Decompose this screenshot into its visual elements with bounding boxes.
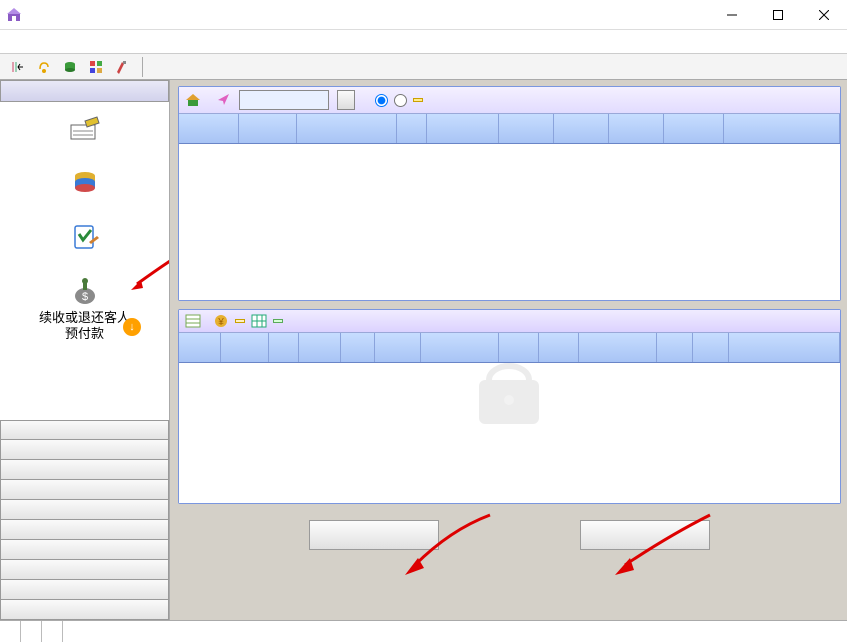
col-room-no[interactable] bbox=[239, 114, 297, 143]
mgmt-receipt[interactable] bbox=[0, 440, 169, 460]
locate-input[interactable] bbox=[239, 90, 329, 110]
mgmt-account[interactable] bbox=[0, 600, 169, 620]
tool-btn-3[interactable] bbox=[60, 57, 80, 77]
down-badge-icon: ↓ bbox=[123, 318, 141, 336]
col2-discount[interactable] bbox=[539, 333, 579, 362]
locate-button[interactable] bbox=[337, 90, 355, 110]
col2-idno[interactable] bbox=[421, 333, 499, 362]
tool-btn-2[interactable] bbox=[34, 57, 54, 77]
radio-all-occupied[interactable] bbox=[375, 94, 390, 107]
col2-name[interactable] bbox=[179, 333, 221, 362]
sidebar-header bbox=[0, 80, 169, 102]
status-role bbox=[42, 621, 63, 642]
sidebar-mgmt-list bbox=[0, 420, 169, 620]
sidebar-item-label: 续收或退还客人预付款 bbox=[39, 310, 130, 342]
mgmt-basic[interactable] bbox=[0, 580, 169, 600]
col-balance-roomfee[interactable] bbox=[724, 114, 840, 143]
mgmt-info[interactable] bbox=[0, 480, 169, 500]
sidebar: $ 续收或退还客人预付款 ↓ bbox=[0, 80, 170, 620]
home-icon bbox=[185, 93, 201, 107]
prepay-icon: $ bbox=[65, 276, 105, 306]
col2-price[interactable] bbox=[499, 333, 539, 362]
tool-btn-4[interactable] bbox=[86, 57, 106, 77]
col2-sex[interactable] bbox=[269, 333, 299, 362]
col2-unit[interactable] bbox=[693, 333, 729, 362]
col-cur-price[interactable] bbox=[499, 114, 554, 143]
statusbar bbox=[0, 620, 847, 642]
menubar bbox=[0, 30, 847, 54]
locate-icon bbox=[217, 93, 231, 107]
mgmt-cash[interactable] bbox=[0, 460, 169, 480]
titlebar bbox=[0, 0, 847, 30]
panel1-grid-body[interactable] bbox=[179, 144, 840, 300]
col-id-no[interactable] bbox=[297, 114, 397, 143]
col-checkin-time[interactable] bbox=[427, 114, 499, 143]
mgmt-inventory[interactable] bbox=[0, 520, 169, 540]
minimize-button[interactable] bbox=[709, 0, 755, 30]
col-bill-owner[interactable] bbox=[179, 114, 239, 143]
sidebar-item-prepay[interactable]: $ 续收或退还客人预付款 ↓ bbox=[0, 270, 169, 356]
panel-occupied-rooms bbox=[178, 86, 841, 301]
checkout-icon bbox=[65, 222, 105, 252]
view-goods-detail-btn[interactable] bbox=[273, 319, 283, 323]
mgmt-booking[interactable] bbox=[0, 420, 169, 440]
col2-room[interactable] bbox=[221, 333, 269, 362]
col2-refund[interactable] bbox=[375, 333, 421, 362]
col-online-prepay[interactable] bbox=[609, 114, 664, 143]
svg-text:¥: ¥ bbox=[217, 317, 224, 328]
close-button[interactable] bbox=[801, 0, 847, 30]
panel2-grid-body[interactable] bbox=[179, 363, 840, 503]
panel1-grid-header bbox=[179, 114, 840, 144]
col-cur-roomfee[interactable] bbox=[664, 114, 724, 143]
col2-total[interactable] bbox=[729, 333, 840, 362]
panel-checkout-rooms: ¥ bbox=[178, 309, 841, 504]
view-prepay-detail-btn[interactable] bbox=[235, 319, 245, 323]
consume-icon bbox=[65, 168, 105, 198]
mgmt-stored[interactable] bbox=[0, 560, 169, 580]
red-arrow-annotation-3 bbox=[590, 510, 730, 590]
app-icon bbox=[6, 7, 22, 23]
table-icon bbox=[251, 314, 267, 328]
svg-text:$: $ bbox=[81, 291, 87, 303]
col-secret[interactable] bbox=[397, 114, 427, 143]
col2-qty[interactable] bbox=[657, 333, 693, 362]
col2-prepay[interactable] bbox=[299, 333, 341, 362]
sidebar-item-checkout[interactable] bbox=[0, 216, 169, 270]
col2-consume[interactable] bbox=[341, 333, 375, 362]
sidebar-item-consume[interactable] bbox=[0, 162, 169, 216]
tool-btn-5[interactable] bbox=[112, 57, 132, 77]
openroom-icon bbox=[65, 114, 105, 144]
maximize-button[interactable] bbox=[755, 0, 801, 30]
coin-icon: ¥ bbox=[213, 313, 229, 329]
mgmt-report[interactable] bbox=[0, 500, 169, 520]
tool-btn-1[interactable] bbox=[8, 57, 28, 77]
sidebar-item-openroom[interactable] bbox=[0, 108, 169, 162]
list-icon bbox=[185, 314, 201, 328]
mgmt-member[interactable] bbox=[0, 540, 169, 560]
col-cur-stay[interactable] bbox=[554, 114, 609, 143]
status-operator bbox=[21, 621, 42, 642]
status-hotel bbox=[0, 621, 21, 642]
radio-today-leave[interactable] bbox=[394, 94, 409, 107]
panel2-grid-header bbox=[179, 333, 840, 363]
member-price-label bbox=[413, 98, 423, 102]
toolbar bbox=[0, 54, 847, 80]
col2-checkin[interactable] bbox=[579, 333, 657, 362]
right-area: ¥ bbox=[170, 80, 847, 620]
red-arrow-annotation-2 bbox=[390, 510, 510, 590]
